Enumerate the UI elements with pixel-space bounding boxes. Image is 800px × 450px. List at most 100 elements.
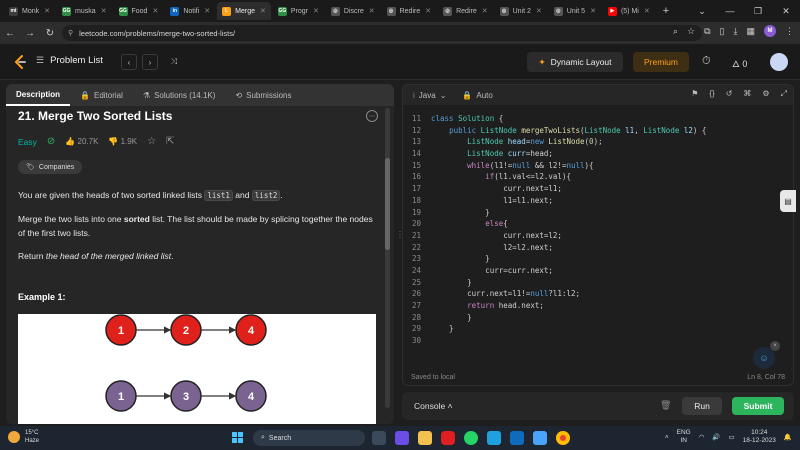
close-icon[interactable]: ✕ — [772, 6, 800, 17]
tab-editorial[interactable]: 🔒 Editorial — [70, 84, 133, 106]
language-select[interactable]: i Java ⌄ — [413, 91, 446, 100]
extensions-icon[interactable]: ⧉ — [704, 26, 710, 37]
next-problem-button[interactable]: › — [142, 54, 158, 70]
trash-icon[interactable]: 🗑 — [660, 400, 671, 411]
companies-tag[interactable]: 🏷 Companies — [18, 160, 83, 174]
line-number: 14 — [411, 149, 421, 159]
browser-tab[interactable]: mt Monk ✕ — [4, 2, 55, 20]
language-indicator[interactable]: ENG IN — [677, 429, 691, 445]
browser-tab[interactable]: GG Food ✕ — [114, 2, 164, 20]
close-tab-icon[interactable]: ✕ — [644, 7, 650, 15]
chevron-down-icon[interactable]: ⌄ — [688, 6, 716, 17]
browser-tab[interactable]: ◎ Unit 2 ✕ — [495, 2, 547, 20]
bookmark-icon[interactable]: ⚑ — [691, 89, 698, 99]
profile-avatar[interactable]: M — [764, 25, 776, 37]
close-tab-icon[interactable]: ✕ — [152, 7, 158, 15]
new-tab-button[interactable]: + — [663, 5, 669, 17]
user-avatar[interactable] — [770, 53, 788, 71]
browser-tab[interactable]: L Merge ✕ — [217, 2, 271, 20]
dislike-button[interactable]: 👎 1.9K — [108, 137, 137, 146]
prev-problem-button[interactable]: ‹ — [121, 54, 137, 70]
close-tab-icon[interactable]: ✕ — [260, 7, 266, 15]
minimize-icon[interactable]: — — [716, 6, 744, 16]
close-tab-icon[interactable]: ✕ — [425, 7, 431, 15]
notification-bell-icon[interactable]: 🔔 — [784, 433, 792, 441]
close-tab-icon[interactable]: ✕ — [536, 7, 542, 15]
taskbar-search[interactable]: ⌕ Search — [253, 430, 365, 446]
tray-chevron-icon[interactable]: ˄ — [665, 434, 669, 441]
browser-tab[interactable]: GG muska ✕ — [57, 2, 112, 20]
streak-counter[interactable]: 🜂 0 — [732, 55, 747, 73]
tab-description[interactable]: Description — [6, 84, 71, 106]
volume-icon[interactable]: 🔊 — [712, 433, 720, 441]
shuffle-button[interactable]: ⤨ — [166, 54, 182, 70]
youtube-app-icon[interactable] — [441, 431, 455, 445]
browser-tab[interactable]: ◎ Unit 5 ✕ — [549, 2, 601, 20]
windows-start-icon[interactable] — [232, 432, 243, 443]
maximize-icon[interactable]: ❐ — [744, 6, 772, 17]
whatsapp-icon[interactable] — [464, 431, 478, 445]
teams-icon[interactable] — [395, 431, 409, 445]
favorite-star-icon[interactable]: ☆ — [147, 136, 156, 147]
chrome-icon[interactable] — [556, 431, 570, 445]
weather-widget[interactable]: 15°C Haze — [8, 429, 39, 445]
browser-tab[interactable]: ◎ Redire ✕ — [438, 2, 493, 20]
submit-button[interactable]: Submit — [732, 397, 784, 415]
more-options-icon[interactable]: ⋯ — [366, 110, 378, 122]
back-icon[interactable]: ← — [0, 28, 20, 39]
download-icon[interactable]: ⤓ — [734, 26, 738, 37]
reload-icon[interactable]: ↻ — [40, 28, 60, 39]
expand-icon[interactable]: ⤢ — [781, 89, 787, 99]
edge-icon[interactable] — [487, 431, 501, 445]
share-icon[interactable]: ⇱ — [166, 136, 174, 147]
problem-list-link[interactable]: ☰ Problem List — [36, 55, 103, 66]
close-icon[interactable]: × — [770, 341, 780, 351]
site-info-icon[interactable]: ⚲ — [68, 29, 73, 37]
leetcode-logo-icon[interactable] — [12, 54, 28, 70]
run-button[interactable]: Run — [682, 397, 722, 415]
browser-tab[interactable]: in Notifi ✕ — [165, 2, 215, 20]
close-tab-icon[interactable]: ✕ — [482, 7, 488, 15]
problem-title[interactable]: 21. Merge Two Sorted Lists — [18, 109, 172, 123]
settings-icon[interactable]: ⚙ — [762, 89, 769, 99]
scrollbar-thumb[interactable] — [385, 158, 390, 250]
close-tab-icon[interactable]: ✕ — [101, 7, 107, 15]
tab-submissions[interactable]: ⟲ Submissions — [225, 84, 301, 106]
side-notes-icon[interactable]: ▤ — [780, 190, 796, 212]
dynamic-layout-button[interactable]: ✦ Dynamic Layout — [527, 52, 623, 72]
battery-icon[interactable]: ▭ — [729, 433, 735, 441]
close-tab-icon[interactable]: ✕ — [590, 7, 596, 15]
file-explorer-icon[interactable] — [418, 431, 432, 445]
browser-tab[interactable]: GG Progr ✕ — [273, 2, 324, 20]
bookmark-star-icon[interactable]: ☆ — [687, 26, 695, 37]
braces-icon[interactable]: {} — [709, 89, 714, 99]
like-button[interactable]: 👍 20.7K — [65, 137, 98, 146]
code-area[interactable]: 11 class Solution {12 public ListNode mer… — [403, 113, 793, 347]
store-icon[interactable] — [533, 431, 547, 445]
shortcut-icon[interactable]: ⌘ — [743, 89, 751, 99]
browser-tab[interactable]: ◎ Redire ✕ — [382, 2, 437, 20]
url-input[interactable]: ⚲ leetcode.com/problems/merge-two-sorted… — [62, 25, 702, 41]
console-toggle[interactable]: Console ˄ — [414, 401, 453, 411]
premium-button[interactable]: Premium — [633, 52, 689, 72]
close-tab-icon[interactable]: ✕ — [369, 7, 375, 15]
mail-icon[interactable] — [510, 431, 524, 445]
auto-mode-toggle[interactable]: 🔒 Auto — [462, 91, 492, 100]
close-tab-icon[interactable]: ✕ — [313, 7, 319, 15]
reset-icon[interactable]: ↺ — [726, 89, 733, 99]
sidebar-icon[interactable]: ▯ — [720, 26, 725, 37]
more-menu-icon[interactable]: ⋮ — [785, 26, 794, 37]
close-tab-icon[interactable]: ✕ — [204, 7, 210, 15]
tab-grid-icon[interactable]: ▦ — [746, 26, 755, 37]
tab-solutions[interactable]: ⚗ Solutions (14.1K) — [133, 84, 226, 106]
timer-icon[interactable]: ⏱ — [702, 55, 711, 68]
browser-tab[interactable]: ▶ (5) Mi ✕ — [603, 2, 655, 20]
wifi-icon[interactable]: ◠ — [699, 433, 705, 441]
clock[interactable]: 10:24 18-12-2023 — [743, 429, 776, 445]
browser-tab[interactable]: ◎ Discre ✕ — [326, 2, 380, 20]
close-tab-icon[interactable]: ✕ — [44, 7, 50, 15]
task-view-icon[interactable] — [372, 431, 386, 445]
forward-icon[interactable]: → — [20, 28, 40, 39]
zoom-icon[interactable]: ⌕ — [673, 26, 678, 37]
description-scrollbar[interactable] — [385, 108, 390, 408]
